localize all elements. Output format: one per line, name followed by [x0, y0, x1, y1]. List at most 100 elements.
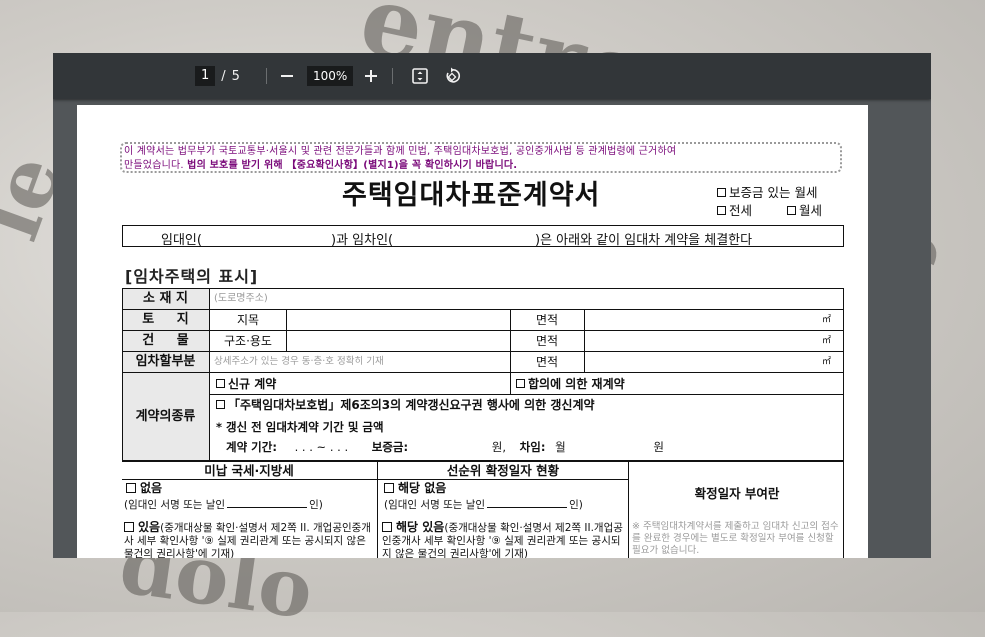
checkbox-icon: [717, 206, 726, 215]
deposit-label: 보증금:: [371, 440, 409, 454]
priority-none-label: 해당 없음: [398, 481, 447, 495]
priority-exists-option: 해당 있음(중개대상물 확인·설명서 제2쪽 II.개업공인중개사 세부 확인사…: [382, 521, 628, 558]
table-line: [122, 372, 844, 373]
fit-page-icon: [412, 68, 428, 84]
rental-part-hint: 상세주소가 있는 경우 동·층·호 정확히 기재: [214, 356, 384, 367]
table-line: [377, 461, 378, 558]
option-label: 전세: [729, 203, 753, 218]
rent-unit: 원: [653, 440, 664, 454]
sign-end: 인): [309, 499, 323, 511]
sign-line: [227, 507, 308, 508]
checkbox-icon: [516, 379, 525, 388]
notice-line-2: 만들었습니다. 법의 보호를 받기 위해 【중요확인사항】(별지1)을 꼭 확인…: [124, 159, 838, 173]
checkbox-icon: [124, 522, 134, 532]
priority-none-sign: (임대인 서명 또는 날인 인): [384, 497, 628, 513]
renewal-before-note: * 갱신 전 임대차계약 기간 및 금액: [216, 420, 384, 434]
sign-line: [487, 507, 568, 508]
tax-exists-label: 있음: [138, 521, 161, 534]
land-category-label: 지목: [236, 313, 260, 327]
document-title: 주택임대차표준계약서: [342, 180, 601, 211]
sign-end: 인): [569, 499, 583, 511]
checkbox-icon: [216, 379, 225, 388]
page-number-input[interactable]: 1: [195, 66, 216, 86]
checkbox-icon: [382, 522, 392, 532]
table-line: [122, 460, 844, 462]
tax-none-option: 없음: [126, 480, 326, 496]
tax-exists-text: (중개대상물 확인·설명서 제2쪽 II. 개업공인중개사 세부 확인사항 '⑨…: [124, 522, 371, 558]
rental-area-label: 면적: [535, 355, 559, 369]
location-hint: (도로명주소): [214, 293, 268, 304]
tax-exists-option: 있음(중개대상물 확인·설명서 제2쪽 II. 개업공인중개사 세부 확인사항 …: [124, 521, 376, 558]
property-table: 소 재 지 (도로명주소) 토 지 지목 면적 ㎡ 건 물 구조·용도 면적 ㎡…: [122, 288, 844, 558]
priority-none-option: 해당 없음: [384, 480, 584, 496]
building-area-label: 면적: [535, 334, 559, 348]
notice-line-2-bold: 법의 보호를 받기 위해 【중요확인사항】(별지1)을 꼭 확인하시기 바랍니다…: [187, 160, 518, 171]
table-line: [122, 309, 844, 310]
table-line: [584, 309, 585, 372]
section-title: [임차주택의 표시]: [125, 267, 259, 286]
table-line: [843, 289, 844, 558]
zoom-level: 100%: [307, 53, 354, 99]
table-line: [510, 309, 511, 372]
table-line: [286, 309, 287, 351]
zoom-out-button[interactable]: [275, 64, 299, 88]
checkbox-icon: [126, 483, 136, 493]
table-line: [628, 461, 629, 558]
notice-line-1: 이 계약서는 법무부가 국토교통부·서울시 및 관련 전문가들과 함께 민법, …: [124, 146, 677, 157]
option-jeonse: 전세: [717, 200, 752, 219]
land-area-label: 면적: [535, 313, 559, 327]
page-separator: /: [221, 68, 226, 84]
tax-none-label: 없음: [140, 481, 163, 495]
notice-line-2-text: 만들었습니다.: [124, 160, 188, 171]
parties-box: 임대인( )과 임차인( )은 아래와 같이 임대차 계약을 체결한다: [122, 225, 844, 248]
land-area-unit: ㎡: [822, 315, 832, 325]
contract-renewal-option: 「주택임대차보호법」제6조의3의 계약갱신요구권 행사에 의한 갱신계약: [216, 396, 836, 414]
tax-none-sign: (임대인 서명 또는 날인 인): [124, 497, 374, 513]
option-monthly: 월세: [787, 200, 822, 219]
priority-exists-label: 해당 있음: [396, 521, 445, 534]
building-label: 건 물: [122, 331, 209, 351]
page-total: 5: [231, 68, 240, 84]
option-monthly-deposit: 보증금 있는 월세: [717, 182, 817, 201]
table-line: [210, 394, 844, 395]
rotate-button[interactable]: [440, 64, 464, 88]
period-value: . . . ~ . . .: [294, 440, 349, 454]
toolbar-divider: [266, 68, 267, 84]
rotate-icon: [446, 67, 461, 83]
sign-text: (임대인 서명 또는 날인: [384, 499, 486, 511]
location-label: 소 재 지: [122, 289, 209, 309]
table-line: [510, 373, 511, 394]
sign-text: (임대인 서명 또는 날인: [124, 499, 226, 511]
deposit-unit: 원,: [491, 440, 507, 454]
option-label: 월세: [799, 203, 823, 218]
unpaid-tax-header: 미납 국세·지방세: [204, 463, 294, 478]
contract-new-option: 신규 계약: [216, 375, 506, 393]
plus-icon: [365, 70, 377, 82]
building-area-unit: ㎡: [822, 336, 832, 346]
confirm-date-header: 확정일자 부여란: [694, 486, 780, 501]
confirm-date-note: ※ 주택임대차계약서를 제출하고 임대차 신고의 접수를 완료한 경우에는 별도…: [632, 521, 839, 556]
toolbar-divider: [392, 68, 393, 84]
contract-agreed-option: 합의에 의한 재계약: [516, 375, 816, 393]
fit-to-page-button[interactable]: [408, 64, 432, 88]
checkbox-icon: [384, 483, 394, 493]
previous-contract-terms: 계약 기간: . . . ~ . . . 보증금: 원, 차임: 월 원: [226, 438, 846, 456]
contract-type-label: 계약의종류: [122, 373, 209, 460]
checkbox-icon: [717, 188, 726, 197]
zoom-in-button[interactable]: [359, 64, 383, 88]
period-label: 계약 기간:: [226, 440, 277, 454]
page-indicator: 1 / 5: [195, 53, 240, 99]
pdf-toolbar: 1 / 5 100%: [53, 53, 931, 99]
rental-part-label: 임차할부분: [122, 352, 209, 372]
notice-box: 이 계약서는 법무부가 국토교통부·서울시 및 관련 전문가들과 함께 민법, …: [120, 142, 842, 173]
table-line: [122, 479, 628, 480]
contract-agreed-label: 합의에 의한 재계약: [528, 377, 625, 391]
building-structure-label: 구조·용도: [224, 334, 272, 348]
zoom-input[interactable]: 100%: [307, 66, 354, 86]
rent-label: 차임:: [519, 440, 546, 454]
priority-date-header: 선순위 확정일자 현황: [446, 463, 560, 478]
contract-renewal-label: 「주택임대차보호법」제6조의3의 계약갱신요구권 행사에 의한 갱신계약: [228, 398, 595, 412]
landlord-label: 임대인(: [161, 233, 202, 248]
minus-icon: [281, 75, 293, 77]
land-label: 토 지: [122, 310, 209, 330]
